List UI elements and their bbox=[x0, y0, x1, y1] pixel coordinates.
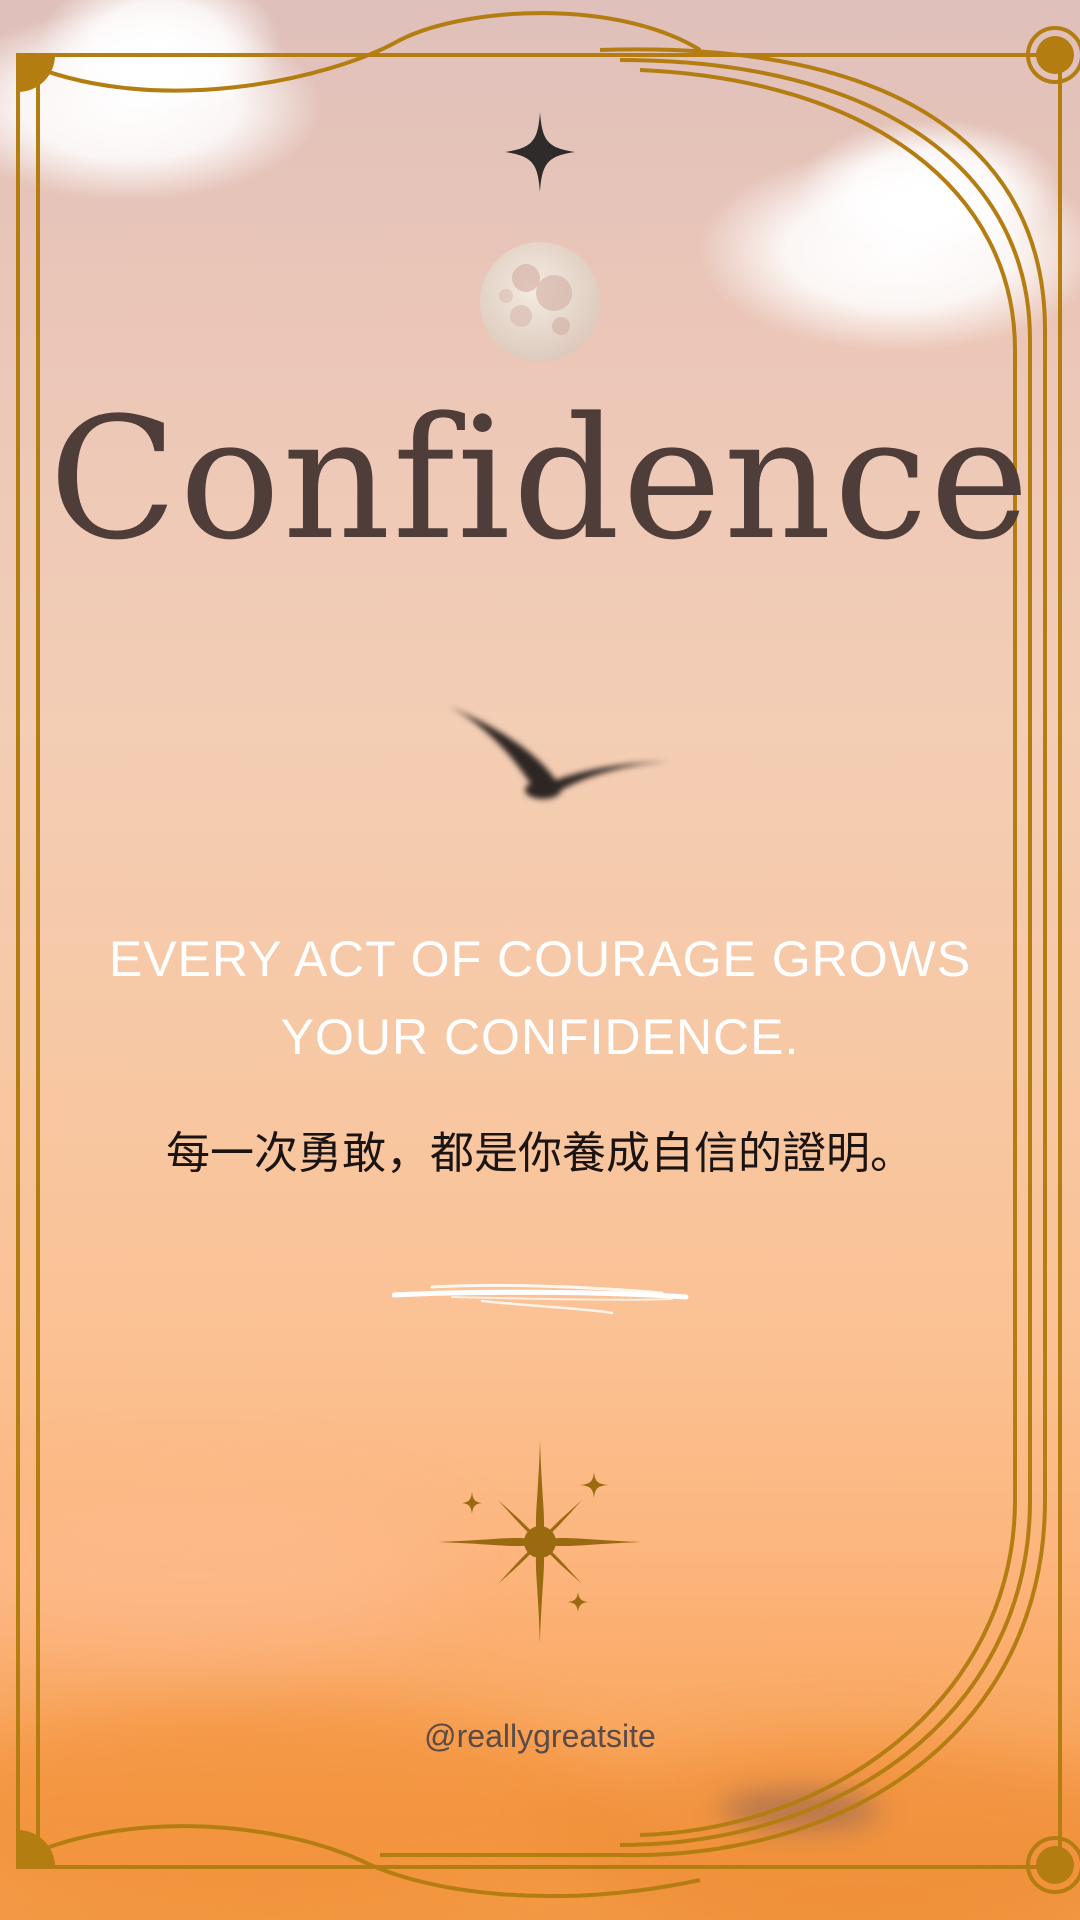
full-moon-icon bbox=[480, 242, 600, 362]
four-point-star-icon bbox=[505, 112, 575, 192]
website-handle: @reallygreatsite bbox=[424, 1718, 656, 1754]
flying-bird-icon bbox=[448, 706, 670, 799]
quote-chinese: 每一次勇敢，都是你養成自信的證明。 bbox=[166, 1128, 914, 1179]
quote-poster: Confidence EVERY ACT OF COURAGE GROWS YO… bbox=[0, 0, 1080, 1920]
quote-english: EVERY ACT OF COURAGE GROWS YOUR CONFIDEN… bbox=[108, 931, 972, 1065]
sparkle-cluster-icon bbox=[438, 1440, 642, 1644]
poster-title: Confidence bbox=[48, 381, 1032, 577]
brush-stroke bbox=[392, 1283, 689, 1315]
